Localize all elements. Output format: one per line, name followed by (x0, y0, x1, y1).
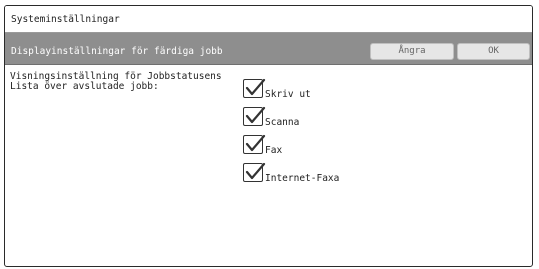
checkbox-scan[interactable] (243, 106, 266, 126)
checkmark-icon (245, 106, 266, 124)
page-title: Displayinställningar för färdiga jobb (11, 46, 223, 57)
option-label-print: Skriv ut (265, 89, 311, 100)
option-label-fax: Fax (265, 145, 283, 156)
settings-window: Systeminställningar Displayinställningar… (4, 5, 533, 267)
checkbox-print[interactable] (243, 78, 266, 98)
option-label-scan: Scanna (265, 117, 300, 128)
checkbox-fax[interactable] (243, 134, 266, 154)
title-bar: Systeminställningar (5, 6, 532, 33)
header-bar: Displayinställningar för färdiga jobb Ån… (5, 33, 532, 65)
checkmark-icon (245, 78, 266, 96)
option-label-internet-fax: Internet-Faxa (265, 173, 340, 184)
checkmark-icon (245, 162, 266, 180)
window-title: Systeminställningar (11, 14, 120, 25)
checkbox-internet-fax[interactable] (243, 162, 266, 182)
ok-button[interactable]: OK (457, 43, 530, 60)
checkmark-icon (245, 134, 266, 152)
setting-label: Visningsinställning för Jobbstatusens Li… (10, 71, 222, 92)
cancel-button[interactable]: Ångra (370, 43, 454, 60)
